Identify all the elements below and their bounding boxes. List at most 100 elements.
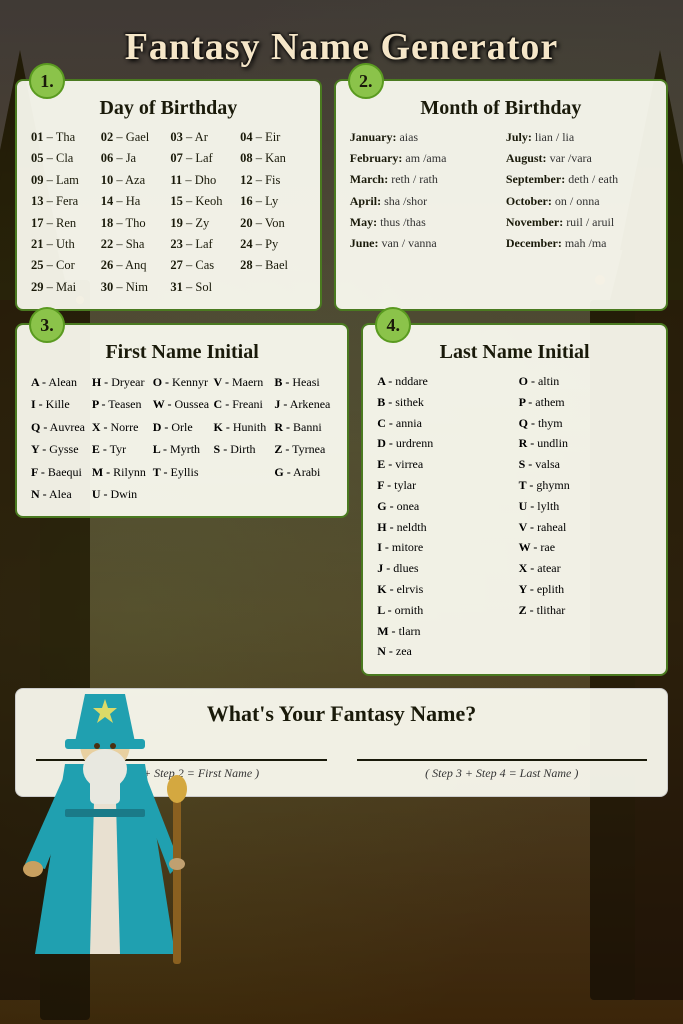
initial-item: E - Tyr bbox=[92, 439, 151, 459]
last-item-right: W - rae bbox=[519, 538, 652, 558]
initial-item: H - Dryear bbox=[92, 372, 151, 392]
last-item-right: X - atear bbox=[519, 559, 652, 579]
month-item-right: December: mah /ma bbox=[506, 234, 652, 253]
day-item: 04 – Eir bbox=[240, 128, 306, 147]
initial-item: Z - Tyrnea bbox=[274, 439, 333, 459]
initial-item: O - Kennyr bbox=[153, 372, 212, 392]
initial-item: J - Arkenea bbox=[274, 394, 333, 414]
month-item-right: November: ruil / aruil bbox=[506, 213, 652, 232]
day-item: 02 – Gael bbox=[101, 128, 167, 147]
day-item: 01 – Tha bbox=[31, 128, 97, 147]
month-grid: January: aiasJuly: lian / liaFebruary: a… bbox=[350, 128, 652, 253]
last-item-left: D - urdrenn bbox=[377, 434, 510, 454]
initial-item: B - Heasi bbox=[274, 372, 333, 392]
page-title: Fantasy Name Generator bbox=[15, 10, 668, 79]
last-item-left: L - ornith bbox=[377, 601, 510, 621]
day-item: 17 – Ren bbox=[31, 214, 97, 233]
day-item: 16 – Ly bbox=[240, 192, 306, 211]
initial-grid-first: A - AleanH - DryearO - KennyrV - MaernB … bbox=[31, 372, 333, 504]
panel-day: 1. Day of Birthday 01 – Tha02 – Gael03 –… bbox=[15, 79, 322, 311]
last-item-right: Y - eplith bbox=[519, 580, 652, 600]
last-item-right: V - raheal bbox=[519, 518, 652, 538]
initial-item: G - Arabi bbox=[274, 462, 333, 482]
initial-item: U - Dwin bbox=[92, 484, 151, 504]
initial-item: Y - Gysse bbox=[31, 439, 90, 459]
last-item-left: I - mitore bbox=[377, 538, 510, 558]
month-item-left: June: van / vanna bbox=[350, 234, 496, 253]
panel-first: 3. First Name Initial A - AleanH - Dryea… bbox=[15, 323, 349, 518]
last-item-right: O - altin bbox=[519, 372, 652, 392]
panel-month: 2. Month of Birthday January: aiasJuly: … bbox=[334, 79, 668, 311]
day-item: 31 – Sol bbox=[170, 278, 236, 297]
day-item: 10 – Aza bbox=[101, 171, 167, 190]
day-item: 18 – Tho bbox=[101, 214, 167, 233]
initial-item bbox=[214, 462, 273, 482]
day-item: 09 – Lam bbox=[31, 171, 97, 190]
last-item-right bbox=[519, 622, 652, 642]
initial-item: K - Hunith bbox=[214, 417, 273, 437]
day-item: 20 – Von bbox=[240, 214, 306, 233]
day-item: 26 – Anq bbox=[101, 256, 167, 275]
day-item: 06 – Ja bbox=[101, 149, 167, 168]
last-item-left: H - neldth bbox=[377, 518, 510, 538]
panel1-number: 1. bbox=[29, 63, 65, 99]
day-item: 29 – Mai bbox=[31, 278, 97, 297]
last-item-right: R - undlin bbox=[519, 434, 652, 454]
initial-item: M - Rilynn bbox=[92, 462, 151, 482]
last-item-right: U - lylth bbox=[519, 497, 652, 517]
last-item-left: F - tylar bbox=[377, 476, 510, 496]
last-grid: A - nddareO - altinB - sithekP - athemC … bbox=[377, 372, 652, 662]
day-grid: 01 – Tha02 – Gael03 – Ar04 – Eir 05 – Cla… bbox=[31, 128, 306, 297]
last-item-left: C - annia bbox=[377, 414, 510, 434]
month-item-left: February: am /ama bbox=[350, 149, 496, 168]
initial-item: I - Kille bbox=[31, 394, 90, 414]
initial-item: Q - Auvrea bbox=[31, 417, 90, 437]
last-item-right: T - ghymn bbox=[519, 476, 652, 496]
last-item-right: Q - thym bbox=[519, 414, 652, 434]
initial-item: T - Eyllis bbox=[153, 462, 212, 482]
last-item-right: P - athem bbox=[519, 393, 652, 413]
last-item-right: S - valsa bbox=[519, 455, 652, 475]
day-item: 03 – Ar bbox=[170, 128, 236, 147]
last-name-line bbox=[357, 739, 648, 761]
last-item-left: A - nddare bbox=[377, 372, 510, 392]
initial-item: F - Baequi bbox=[31, 462, 90, 482]
last-item-right: Z - tlithar bbox=[519, 601, 652, 621]
initial-item: N - Alea bbox=[31, 484, 90, 504]
bottom-line-right: ( Step 3 + Step 4 = Last Name ) bbox=[357, 739, 648, 781]
last-item-left: J - dlues bbox=[377, 559, 510, 579]
month-item-left: May: thus /thas bbox=[350, 213, 496, 232]
panel2-title: Month of Birthday bbox=[350, 97, 652, 120]
initial-item: C - Freani bbox=[214, 394, 273, 414]
day-item: 30 – Nim bbox=[101, 278, 167, 297]
day-item: 07 – Laf bbox=[170, 149, 236, 168]
initial-item: R - Banni bbox=[274, 417, 333, 437]
month-item-right: September: deth / eath bbox=[506, 170, 652, 189]
day-item: 15 – Keoh bbox=[170, 192, 236, 211]
bottom-label-right: ( Step 3 + Step 4 = Last Name ) bbox=[357, 766, 648, 781]
initial-item: A - Alean bbox=[31, 372, 90, 392]
last-item-left: K - elrvis bbox=[377, 580, 510, 600]
panel4-number: 4. bbox=[375, 307, 411, 343]
panel-last: 4. Last Name Initial A - nddareO - altin… bbox=[361, 323, 668, 676]
initial-item: W - Oussea bbox=[153, 394, 212, 414]
panel2-number: 2. bbox=[348, 63, 384, 99]
last-item-left: E - virrea bbox=[377, 455, 510, 475]
initial-item: L - Myrth bbox=[153, 439, 212, 459]
day-item: 19 – Zy bbox=[170, 214, 236, 233]
panel1-title: Day of Birthday bbox=[31, 97, 306, 120]
month-item-right: October: on / onna bbox=[506, 192, 652, 211]
initial-item: S - Dirth bbox=[214, 439, 273, 459]
initial-item: P - Teasen bbox=[92, 394, 151, 414]
day-item: 05 – Cla bbox=[31, 149, 97, 168]
initial-item: X - Norre bbox=[92, 417, 151, 437]
day-item: 11 – Dho bbox=[170, 171, 236, 190]
last-item-left: G - onea bbox=[377, 497, 510, 517]
day-item: 24 – Py bbox=[240, 235, 306, 254]
day-item: 08 – Kan bbox=[240, 149, 306, 168]
initial-item: V - Maern bbox=[214, 372, 273, 392]
day-item: 27 – Cas bbox=[170, 256, 236, 275]
day-item: 28 – Bael bbox=[240, 256, 306, 275]
day-item: 22 – Sha bbox=[101, 235, 167, 254]
day-item: 12 – Fis bbox=[240, 171, 306, 190]
